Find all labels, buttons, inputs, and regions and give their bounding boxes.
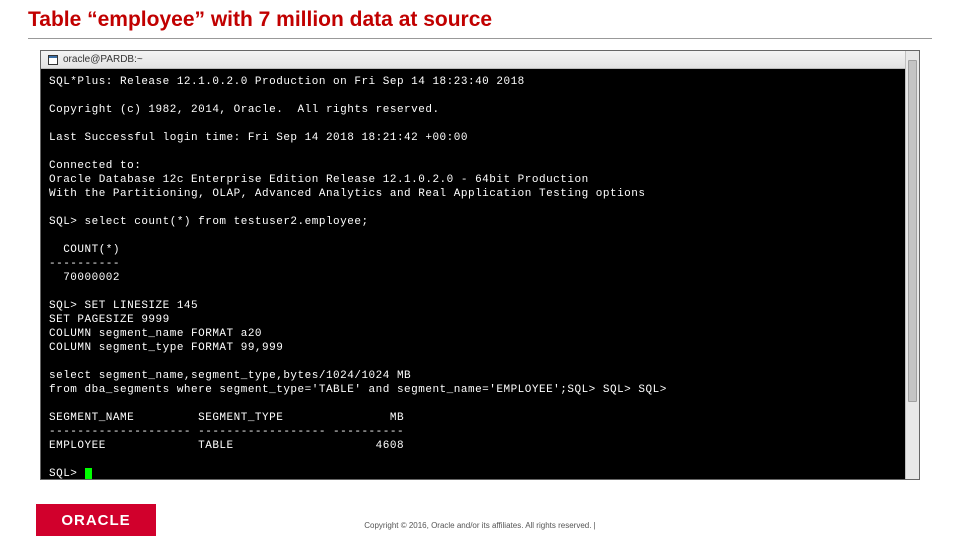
terminal-body[interactable]: SQL*Plus: Release 12.1.0.2.0 Production … (41, 69, 919, 479)
window-title: oracle@PARDB:~ (63, 54, 143, 65)
terminal-window: oracle@PARDB:~ SQL*Plus: Release 12.1.0.… (40, 50, 920, 480)
scroll-thumb[interactable] (908, 60, 917, 402)
terminal-icon (47, 54, 59, 66)
cursor-icon (85, 468, 92, 479)
footer: ORACLE Copyright © 2016, Oracle and/or i… (0, 496, 960, 536)
slide: Table “employee” with 7 million data at … (0, 0, 960, 540)
scrollbar[interactable] (905, 51, 919, 479)
oracle-logo: ORACLE (36, 504, 156, 536)
copyright-text: Copyright © 2016, Oracle and/or its affi… (0, 521, 960, 530)
window-titlebar[interactable]: oracle@PARDB:~ (41, 51, 919, 69)
slide-title: Table “employee” with 7 million data at … (28, 8, 932, 39)
